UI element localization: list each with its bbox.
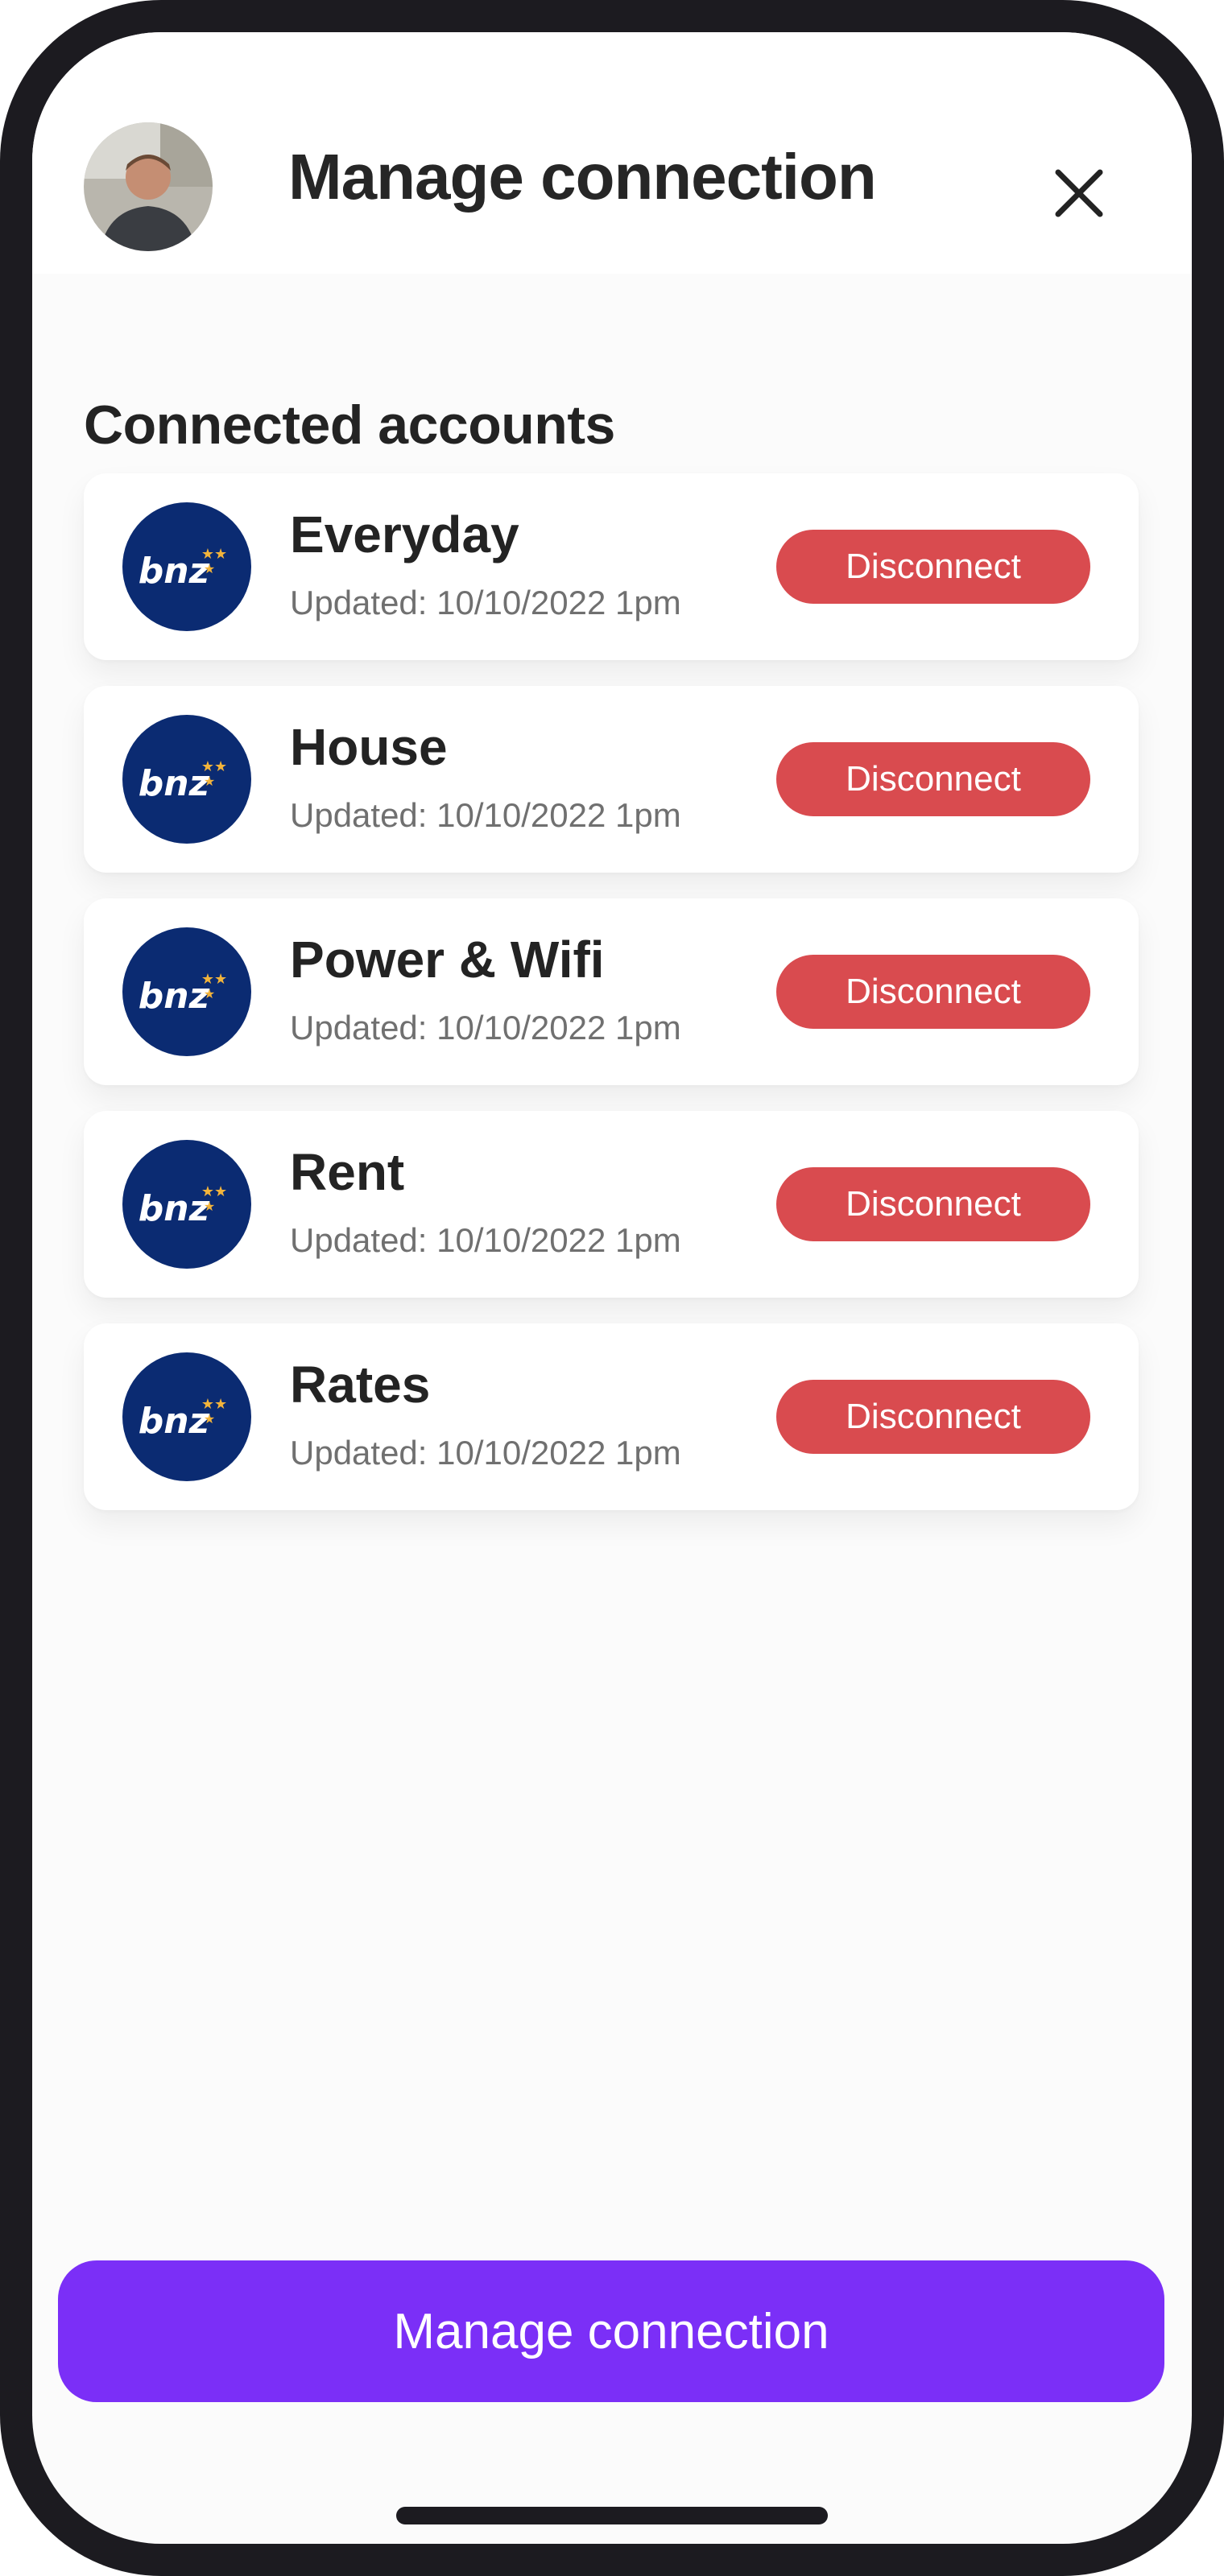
- account-name: Everyday: [290, 506, 519, 564]
- svg-text:★★: ★★: [201, 758, 227, 775]
- disconnect-button[interactable]: Disconnect: [776, 1167, 1090, 1241]
- svg-text:bnz: bnz: [139, 1401, 210, 1442]
- bnz-logo-icon: bnz ★★ ★: [122, 1352, 251, 1481]
- svg-text:★★: ★★: [201, 1396, 227, 1413]
- account-name: House: [290, 718, 448, 776]
- page-title: Manage connection: [288, 141, 877, 213]
- account-updated: Updated: 10/10/2022 1pm: [290, 796, 681, 834]
- bnz-logo-icon: bnz ★★ ★: [122, 927, 251, 1056]
- manage-connection-button[interactable]: Manage connection: [58, 2260, 1164, 2402]
- account-card: bnz ★★ ★ Power & Wifi Updated: 10/10/202…: [84, 898, 1139, 1085]
- avatar-photo-icon: [84, 122, 213, 251]
- account-card: bnz ★★ ★ Everyday Updated: 10/10/2022 1p…: [84, 473, 1139, 660]
- bnz-logo-icon: bnz ★★ ★: [122, 715, 251, 844]
- svg-text:★★: ★★: [201, 971, 227, 988]
- home-indicator[interactable]: [396, 2507, 828, 2524]
- svg-text:★: ★: [204, 1199, 215, 1214]
- svg-text:★★: ★★: [201, 546, 227, 563]
- account-updated: Updated: 10/10/2022 1pm: [290, 1221, 681, 1259]
- svg-text:★: ★: [204, 774, 215, 789]
- close-icon: [1055, 169, 1103, 217]
- svg-text:★: ★: [204, 1411, 215, 1426]
- svg-text:★: ★: [204, 986, 215, 1001]
- disconnect-button[interactable]: Disconnect: [776, 1380, 1090, 1454]
- svg-text:★: ★: [204, 561, 215, 576]
- disconnect-button[interactable]: Disconnect: [776, 742, 1090, 816]
- bnz-logo-icon: bnz ★★ ★: [122, 1140, 251, 1269]
- svg-text:bnz: bnz: [139, 976, 210, 1017]
- account-updated: Updated: 10/10/2022 1pm: [290, 1434, 681, 1472]
- app-screen: Manage connection Connected accounts bnz…: [32, 32, 1192, 2544]
- svg-text:★★: ★★: [201, 1183, 227, 1200]
- svg-text:bnz: bnz: [139, 763, 210, 804]
- account-name: Rent: [290, 1143, 405, 1201]
- disconnect-button[interactable]: Disconnect: [776, 955, 1090, 1029]
- svg-text:bnz: bnz: [139, 551, 210, 592]
- bnz-logo-icon: bnz ★★ ★: [122, 502, 251, 631]
- close-button[interactable]: [1040, 155, 1118, 232]
- svg-text:bnz: bnz: [139, 1188, 210, 1229]
- account-card: bnz ★★ ★ Rent Updated: 10/10/2022 1pm Di…: [84, 1111, 1139, 1298]
- section-title: Connected accounts: [84, 394, 615, 456]
- accounts-list: bnz ★★ ★ Everyday Updated: 10/10/2022 1p…: [84, 473, 1139, 1536]
- account-updated: Updated: 10/10/2022 1pm: [290, 1009, 681, 1046]
- avatar[interactable]: [84, 122, 213, 251]
- disconnect-button[interactable]: Disconnect: [776, 530, 1090, 604]
- account-name: Power & Wifi: [290, 931, 605, 989]
- header: Manage connection: [32, 32, 1192, 274]
- account-updated: Updated: 10/10/2022 1pm: [290, 584, 681, 621]
- account-card: bnz ★★ ★ Rates Updated: 10/10/2022 1pm D…: [84, 1323, 1139, 1510]
- account-name: Rates: [290, 1356, 431, 1414]
- phone-frame: Manage connection Connected accounts bnz…: [0, 0, 1224, 2576]
- account-card: bnz ★★ ★ House Updated: 10/10/2022 1pm D…: [84, 686, 1139, 873]
